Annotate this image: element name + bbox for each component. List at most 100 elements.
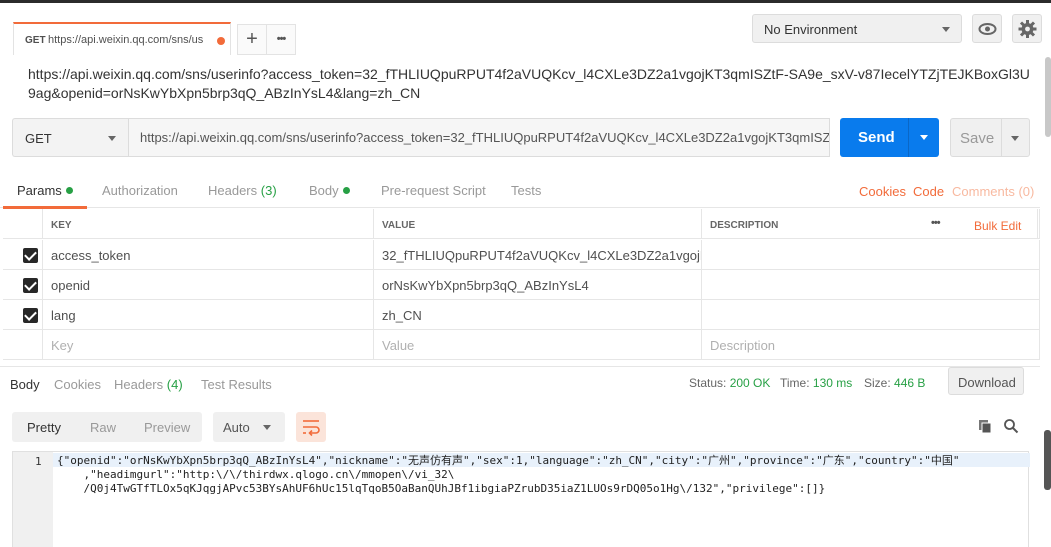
method-select[interactable]: GET: [12, 118, 128, 157]
table-row: lang zh_CN: [3, 300, 1040, 330]
param-key[interactable]: lang: [42, 300, 373, 329]
gear-icon: [1018, 20, 1037, 38]
request-title: https://api.weixin.qq.com/sns/userinfo?a…: [28, 66, 1030, 101]
tab-response-body[interactable]: Body: [10, 377, 40, 392]
new-key-input[interactable]: Key: [42, 330, 373, 359]
table-right-border: [1037, 209, 1038, 239]
time-label: Time:: [780, 376, 810, 390]
col-value-header: VALUE: [373, 209, 701, 238]
new-value-input[interactable]: Value: [373, 330, 701, 359]
settings-button[interactable]: [1012, 14, 1042, 43]
params-header-row: KEY VALUE DESCRIPTION ••• Bulk Edit: [3, 209, 1040, 239]
environment-select[interactable]: No Environment: [752, 14, 962, 43]
tab-title: https://api.weixin.qq.com/sns/us: [48, 34, 204, 46]
search-icon: [1004, 419, 1019, 434]
save-divider: [1001, 119, 1002, 156]
format-pretty[interactable]: Pretty: [27, 420, 61, 435]
tab-response-cookies[interactable]: Cookies: [54, 377, 101, 392]
method-selected: GET: [25, 131, 52, 146]
time-value: 130 ms: [812, 376, 853, 390]
send-label: Send: [858, 129, 895, 146]
comments-link[interactable]: Comments (0): [952, 184, 1034, 199]
copy-icon: [979, 420, 992, 434]
tab-authorization[interactable]: Authorization: [102, 183, 178, 198]
body-indicator-icon: [342, 187, 350, 194]
response-body-editor[interactable]: 1 {"openid":"orNsKwYbXpn5brp3qQ_ABzInYsL…: [12, 451, 1030, 547]
param-description[interactable]: [701, 240, 1040, 269]
col-description-header: DESCRIPTION ••• Bulk Edit: [701, 209, 1040, 238]
param-description[interactable]: [701, 300, 1040, 329]
eye-icon: [978, 23, 997, 35]
headers-count: (3): [260, 183, 277, 198]
param-checkbox[interactable]: [23, 248, 38, 263]
new-tab-button[interactable]: +: [237, 24, 267, 55]
param-description[interactable]: [701, 270, 1040, 299]
send-options-chevron-icon[interactable]: [920, 135, 928, 140]
param-key[interactable]: access_token: [42, 240, 373, 269]
wrap-lines-button[interactable]: [296, 412, 326, 442]
tab-test-results[interactable]: Test Results: [201, 377, 272, 392]
tab-response-headers[interactable]: Headers (4): [114, 377, 183, 392]
save-button[interactable]: Save: [950, 118, 1030, 157]
environment-quick-look-button[interactable]: [972, 14, 1002, 43]
tab-prerequest-script[interactable]: Pre-request Script: [381, 183, 486, 198]
language-select[interactable]: Auto: [213, 412, 285, 442]
param-checkbox[interactable]: [23, 278, 38, 293]
format-raw[interactable]: Raw: [90, 420, 116, 435]
code-link[interactable]: Code: [913, 184, 944, 199]
save-label: Save: [960, 130, 995, 147]
copy-button[interactable]: [977, 418, 993, 434]
param-value[interactable]: 32_fTHLIUQpuRPUT4f2aVUQKcv_l4CXLe3DZ2a1v…: [373, 240, 701, 269]
request-tabs: Params Authorization Headers (3) Body Pr…: [0, 172, 1040, 208]
tab-params[interactable]: Params: [17, 183, 73, 198]
url-input[interactable]: https://api.weixin.qq.com/sns/userinfo?a…: [128, 118, 830, 157]
tab-body[interactable]: Body: [309, 183, 350, 198]
size-value: 446 B: [894, 376, 926, 390]
tab-headers-label: Headers: [208, 183, 258, 198]
tab-tests[interactable]: Tests: [511, 183, 541, 198]
tab-response-headers-label: Headers: [114, 377, 164, 392]
params-more-button[interactable]: •••: [931, 217, 941, 229]
param-value[interactable]: orNsKwYbXpn5brp3qQ_ABzInYsL4: [373, 270, 701, 299]
panel-scrollbar[interactable]: [1044, 430, 1051, 490]
chevron-down-icon: [108, 136, 116, 141]
new-description-input[interactable]: Description: [701, 330, 1040, 359]
status-readout: Status: 200 OK: [689, 376, 770, 390]
window-top-border: [0, 0, 1051, 3]
request-tab[interactable]: GET https://api.weixin.qq.com/sns/us: [13, 22, 231, 55]
search-button[interactable]: [1003, 418, 1019, 434]
params-indicator-icon: [65, 187, 73, 194]
size-label: Size:: [864, 376, 891, 390]
send-button[interactable]: Send: [840, 118, 939, 157]
wrap-icon: [303, 420, 320, 437]
send-divider: [908, 118, 909, 157]
chevron-down-icon: [263, 425, 271, 430]
table-row-new: Key Value Description: [3, 330, 1040, 360]
col-description-label: DESCRIPTION: [710, 220, 779, 231]
environment-selected: No Environment: [764, 22, 858, 37]
status-label: Status:: [689, 376, 727, 390]
language-selected: Auto: [223, 420, 250, 435]
chevron-down-icon: [942, 27, 950, 32]
param-checkbox[interactable]: [23, 308, 38, 323]
tab-headers[interactable]: Headers (3): [208, 183, 277, 198]
format-preview[interactable]: Preview: [144, 420, 190, 435]
cookies-link[interactable]: Cookies: [859, 184, 906, 199]
response-headers-count: (4): [166, 377, 183, 392]
col-key-header: KEY: [42, 209, 373, 238]
tab-method: GET: [25, 35, 46, 46]
line-gutter: [13, 452, 53, 547]
save-options-chevron-icon[interactable]: [1011, 136, 1019, 141]
tab-params-label: Params: [17, 183, 62, 198]
line-number: 1: [35, 455, 42, 468]
size-readout: Size: 446 B: [864, 376, 925, 390]
download-button[interactable]: Download: [948, 367, 1024, 395]
title-scrollbar[interactable]: [1045, 57, 1051, 137]
tab-body-label: Body: [309, 183, 339, 198]
tab-options-button[interactable]: •••: [266, 24, 296, 55]
response-json: {"openid":"orNsKwYbXpn5brp3qQ_ABzInYsL4"…: [57, 454, 960, 495]
param-key[interactable]: openid: [42, 270, 373, 299]
bulk-edit-link[interactable]: Bulk Edit: [974, 219, 1021, 233]
param-value[interactable]: zh_CN: [373, 300, 701, 329]
time-readout: Time: 130 ms: [780, 376, 852, 390]
